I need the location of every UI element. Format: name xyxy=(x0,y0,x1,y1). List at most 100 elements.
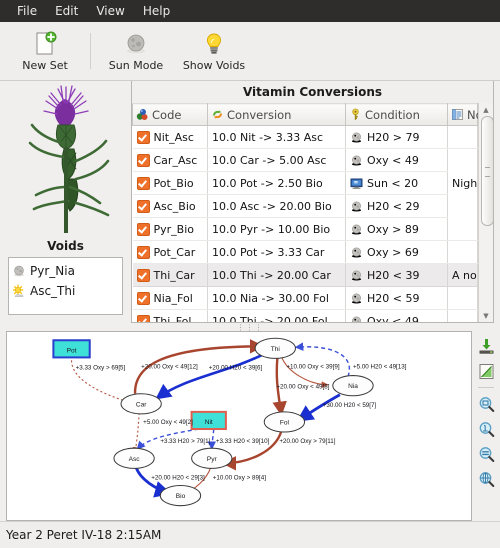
cell-conversion[interactable]: 10.0 Pot -> 2.50 Bio xyxy=(207,171,346,195)
cell-notes[interactable] xyxy=(447,194,478,218)
column-header-notes[interactable]: Notes xyxy=(447,103,493,126)
cell-code[interactable]: Pyr_Bio xyxy=(132,217,208,241)
void-list-item[interactable]: Pyr_Nia xyxy=(12,261,122,281)
zoom-actual-button[interactable] xyxy=(475,418,497,440)
sun-icon xyxy=(12,284,26,298)
graph-node-bio[interactable]: Bio xyxy=(159,485,202,507)
menu-item-file[interactable]: File xyxy=(8,1,46,21)
table-vertical-scrollbar[interactable]: ▲ ▼ xyxy=(478,103,493,322)
code-label: Nia_Fol xyxy=(153,291,193,305)
cell-code[interactable]: Nit_Asc xyxy=(132,125,208,149)
zoom-width-button[interactable] xyxy=(475,443,497,465)
table-row[interactable]: Pot_Car 10.0 Pot -> 3.33 Car Oxy > 69 xyxy=(132,240,478,264)
cell-conversion[interactable]: 10.0 Pot -> 3.33 Car xyxy=(207,240,346,264)
cell-code[interactable]: Pot_Bio xyxy=(132,171,208,195)
table-row[interactable]: Thi_Fol 10.0 Thi -> 20.00 Fol Oxy < 49 xyxy=(132,309,478,322)
row-checkbox[interactable] xyxy=(136,130,150,144)
cell-condition[interactable]: Sun < 20 xyxy=(345,171,448,195)
graph-node-nit[interactable]: Nit xyxy=(190,410,227,431)
row-checkbox[interactable] xyxy=(136,153,150,167)
graph-node-thi[interactable]: Thi xyxy=(254,337,296,359)
zoom-fit-icon xyxy=(478,396,495,413)
cell-notes[interactable] xyxy=(447,148,478,172)
cell-code[interactable]: Pot_Car xyxy=(132,240,208,264)
sun-mode-button[interactable]: Sun Mode xyxy=(97,29,175,74)
row-checkbox[interactable] xyxy=(136,268,150,282)
column-header-conversion[interactable]: Conversion xyxy=(207,103,346,126)
cell-notes[interactable]: Night only xyxy=(447,171,478,195)
export-image-button[interactable] xyxy=(475,360,497,382)
void-list-item[interactable]: Asc_Thi xyxy=(12,281,122,301)
row-checkbox[interactable] xyxy=(136,314,150,322)
save-button[interactable] xyxy=(475,335,497,357)
cell-condition[interactable]: H20 < 39 xyxy=(345,263,448,287)
row-checkbox[interactable] xyxy=(136,245,150,259)
panel-splitter[interactable]: ⋮⋮⋮ xyxy=(0,323,500,332)
zoom-grid-button[interactable] xyxy=(475,468,497,490)
cell-notes[interactable] xyxy=(447,217,478,241)
cell-condition[interactable]: Oxy < 49 xyxy=(345,309,448,322)
table-row[interactable]: Nia_Fol 10.0 Nia -> 30.00 Fol H20 < 59 xyxy=(132,286,478,310)
row-checkbox[interactable] xyxy=(136,176,150,190)
table-row[interactable]: Car_Asc 10.0 Car -> 5.00 Asc Oxy < 49 xyxy=(132,148,478,172)
cell-condition[interactable]: Oxy > 89 xyxy=(345,217,448,241)
new-set-button[interactable]: New Set xyxy=(6,29,84,74)
zoom-fit-button[interactable] xyxy=(475,393,497,415)
cell-notes[interactable] xyxy=(447,309,478,322)
condition-label: H20 < 39 xyxy=(367,268,420,282)
cell-code[interactable]: Nia_Fol xyxy=(132,286,208,310)
cell-conversion[interactable]: 10.0 Pyr -> 10.00 Bio xyxy=(207,217,346,241)
graph-canvas: Pot Nit Car Thi Nia Fol Asc Pyr Bio +3.3… xyxy=(52,337,407,507)
scroll-track[interactable] xyxy=(480,116,493,309)
cell-conversion[interactable]: 10.0 Thi -> 20.00 Fol xyxy=(207,309,346,322)
cell-conversion[interactable]: 10.0 Thi -> 20.00 Car xyxy=(207,263,346,287)
table-row[interactable]: Thi_Car 10.0 Thi -> 20.00 Car H20 < 39 A no… xyxy=(132,263,478,287)
moon-icon xyxy=(350,223,363,236)
menu-bar: File Edit View Help xyxy=(0,0,500,22)
column-header-condition[interactable]: Condition xyxy=(345,103,448,126)
cell-condition[interactable]: H20 < 59 xyxy=(345,286,448,310)
column-header-code[interactable]: Code xyxy=(132,103,208,126)
cell-conversion[interactable]: 10.0 Car -> 5.00 Asc xyxy=(207,148,346,172)
scroll-thumb[interactable] xyxy=(480,116,493,226)
menu-item-view[interactable]: View xyxy=(87,1,133,21)
graph-node-pot[interactable]: Pot xyxy=(52,339,91,359)
voids-list[interactable]: Pyr_Nia Asc_Thi xyxy=(8,257,123,315)
cell-condition[interactable]: H20 > 79 xyxy=(345,125,448,149)
cell-code[interactable]: Car_Asc xyxy=(132,148,208,172)
cell-notes[interactable]: A note xyxy=(447,263,478,287)
row-checkbox[interactable] xyxy=(136,199,150,213)
cell-code[interactable]: Thi_Fol xyxy=(132,309,208,322)
graph-node-nia[interactable]: Nia xyxy=(332,375,374,397)
menu-item-help[interactable]: Help xyxy=(134,1,179,21)
graph-node-pyr[interactable]: Pyr xyxy=(191,447,233,469)
graph-node-car[interactable]: Car xyxy=(120,393,162,415)
table-row[interactable]: Pot_Bio 10.0 Pot -> 2.50 Bio Sun < 20 Night… xyxy=(132,171,478,195)
table-row[interactable]: Nit_Asc 10.0 Nit -> 3.33 Asc H20 > 79 xyxy=(132,125,478,149)
conversion-graph[interactable]: Pot Nit Car Thi Nia Fol Asc Pyr Bio +3.3… xyxy=(6,331,472,521)
cell-conversion[interactable]: 10.0 Nit -> 3.33 Asc xyxy=(207,125,346,149)
cell-notes[interactable] xyxy=(447,286,478,310)
cell-conversion[interactable]: 10.0 Asc -> 20.00 Bio xyxy=(207,194,346,218)
graph-node-fol[interactable]: Fol xyxy=(263,411,306,433)
moon-icon xyxy=(350,200,363,213)
edge-label-12: +20.00 Oxy < 49[12] xyxy=(141,364,198,371)
cell-conversion[interactable]: 10.0 Nia -> 30.00 Fol xyxy=(207,286,346,310)
graph-node-asc[interactable]: Asc xyxy=(113,447,155,469)
cell-code[interactable]: Asc_Bio xyxy=(132,194,208,218)
cell-condition[interactable]: H20 < 29 xyxy=(345,194,448,218)
row-checkbox[interactable] xyxy=(136,222,150,236)
cell-notes[interactable] xyxy=(447,240,478,264)
cell-condition[interactable]: Oxy < 49 xyxy=(345,148,448,172)
table-row[interactable]: Asc_Bio 10.0 Asc -> 20.00 Bio H20 < 29 xyxy=(132,194,478,218)
cell-notes[interactable] xyxy=(447,125,478,149)
table-row[interactable]: Pyr_Bio 10.0 Pyr -> 10.00 Bio Oxy > 89 xyxy=(132,217,478,241)
cell-code[interactable]: Thi_Car xyxy=(132,263,208,287)
scroll-down-arrow[interactable]: ▼ xyxy=(480,309,493,322)
row-checkbox[interactable] xyxy=(136,291,150,305)
scroll-up-arrow[interactable]: ▲ xyxy=(480,103,493,116)
cell-condition[interactable]: Oxy > 69 xyxy=(345,240,448,264)
show-voids-button[interactable]: Show Voids xyxy=(175,29,253,74)
graph-toolbar xyxy=(472,331,500,521)
menu-item-edit[interactable]: Edit xyxy=(46,1,87,21)
